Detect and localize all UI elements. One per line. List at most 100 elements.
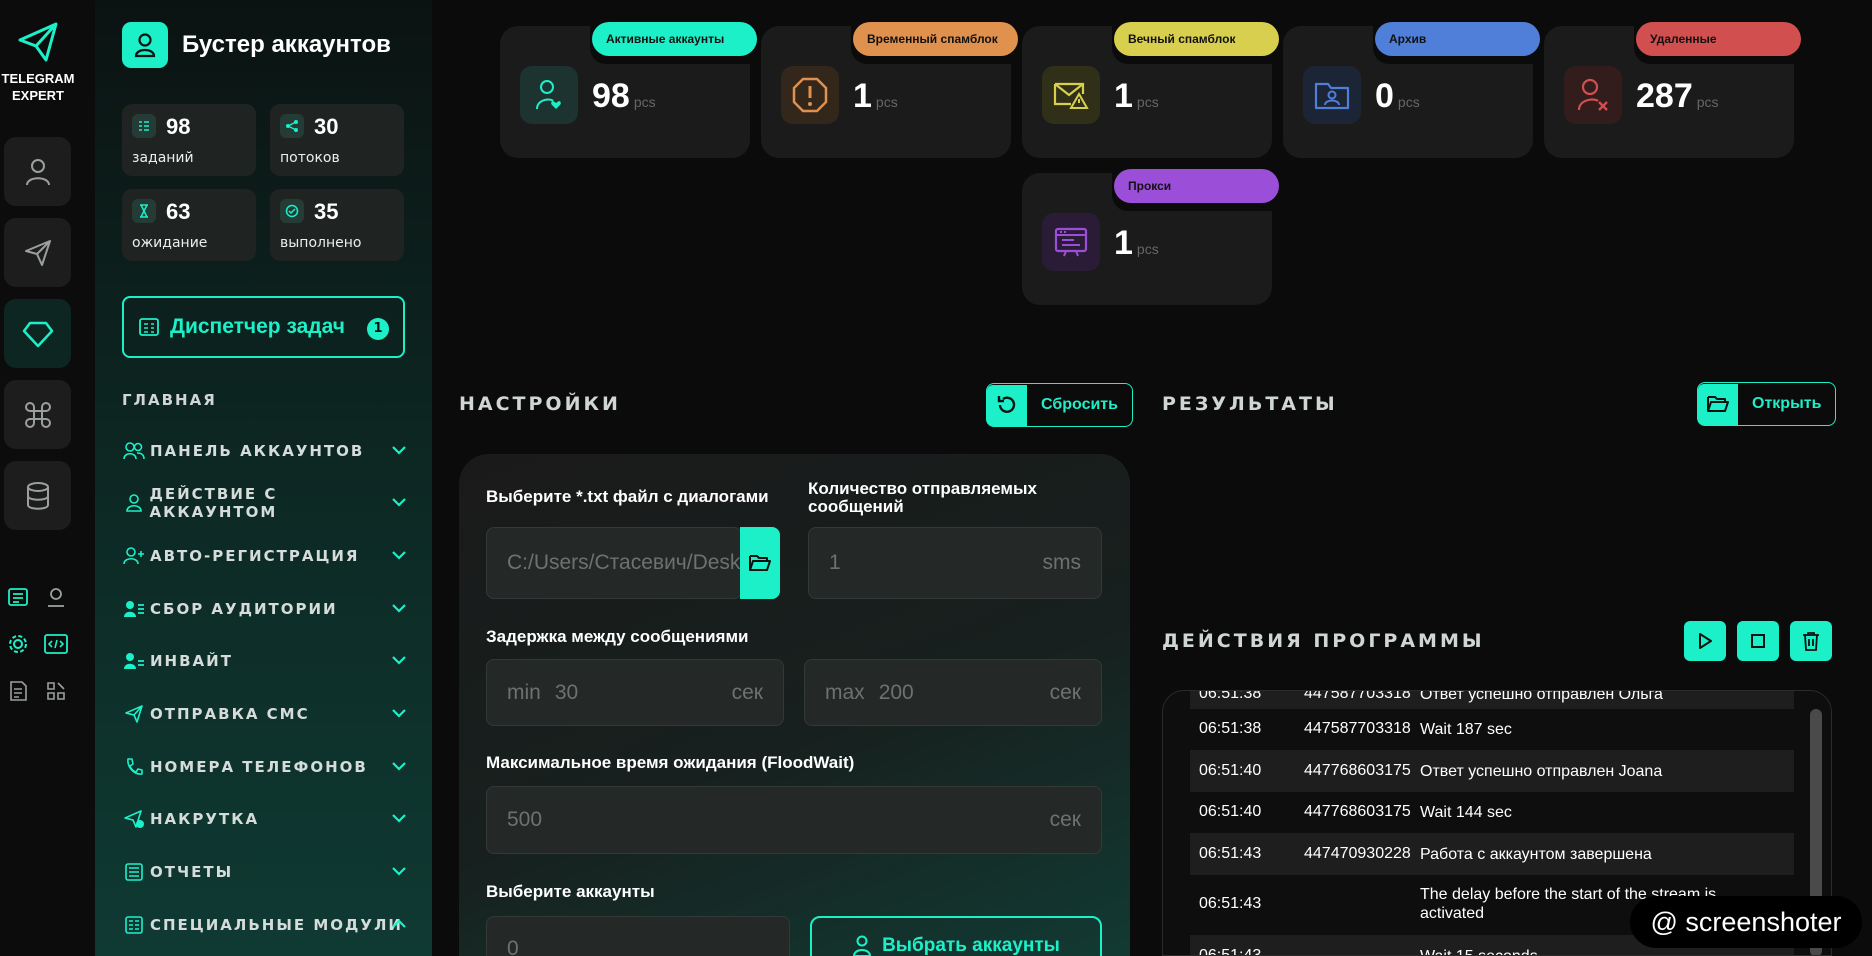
sidebar-item-account-action[interactable]: ДЕЙСТВИЕ С АККАУНТОМ	[122, 485, 407, 521]
browse-file-button[interactable]	[740, 527, 780, 599]
chevron-down-icon	[392, 814, 406, 823]
sidebar-item-label: СПЕЦИАЛЬНЫЕ МОДУЛИ	[150, 916, 403, 934]
tasks-icon	[132, 114, 156, 138]
reset-label: Сбросить	[1041, 396, 1118, 413]
stat-label: потоков	[280, 150, 340, 166]
delay-min-input[interactable]: min 30 сек	[486, 659, 784, 726]
card-archive[interactable]: Архив 0 pcs	[1283, 22, 1540, 164]
file-path-input[interactable]: C:/Users/Стасевич/Desktop	[486, 527, 742, 599]
rail-command-button[interactable]	[4, 380, 71, 449]
log-message: Wait 144 sec	[1420, 804, 1512, 821]
threads-icon	[280, 114, 304, 138]
chevron-down-icon	[392, 762, 406, 771]
sidebar-item-label: НОМЕРА ТЕЛЕФОНОВ	[150, 758, 368, 776]
database-icon	[26, 481, 49, 510]
sidebar-item-label: СБОР АУДИТОРИИ	[150, 600, 338, 618]
sidebar-item-label: ОТПРАВКА СМС	[150, 705, 310, 723]
sidebar-item-special-modules[interactable]: СПЕЦИАЛЬНЫЕ МОДУЛИ	[122, 912, 407, 938]
sidebar-item-audience[interactable]: СБОР АУДИТОРИИ	[122, 596, 407, 622]
floodwait-value: 500	[507, 808, 543, 831]
document-icon	[10, 681, 27, 701]
user-remove-icon	[1564, 66, 1622, 124]
card-proxy[interactable]: Прокси 1 pcs	[1022, 169, 1279, 311]
rail-send-button[interactable]	[4, 218, 71, 287]
sidebar-item-label: АВТО-РЕГИСТРАЦИЯ	[150, 547, 360, 565]
floodwait-label: Максимальное время ожидания (FloodWait)	[486, 753, 855, 772]
log-title: ДЕЙСТВИЯ ПРОГРАММЫ	[1162, 630, 1485, 652]
chevron-down-icon	[392, 604, 406, 613]
file-label: Выберите *.txt файл с диалогами	[486, 487, 769, 506]
folder-open-icon	[1698, 383, 1738, 425]
sidebar-item-boost[interactable]: НАКРУТКА	[122, 806, 407, 832]
modules-grid-icon	[47, 682, 65, 700]
card-active-accounts[interactable]: Активные аккаунты 98 pcs	[500, 22, 757, 164]
reset-button[interactable]: Сбросить	[986, 383, 1133, 427]
sidebar-item-invite[interactable]: ИНВАЙТ	[122, 648, 407, 674]
stat-done: 35 выполнено	[270, 189, 404, 261]
stat-label: заданий	[132, 150, 194, 166]
card-value: 287	[1636, 77, 1693, 115]
log-time: 06:51:43	[1199, 895, 1262, 912]
chevron-down-icon	[392, 551, 406, 560]
task-dispatcher-button[interactable]: Диспетчер задач 1	[122, 296, 405, 358]
sidebar-item-send-sms[interactable]: ОТПРАВКА СМС	[122, 701, 407, 727]
sidebar-item-auto-registration[interactable]: АВТО-РЕГИСТРАЦИЯ	[122, 543, 407, 569]
proxy-screen-icon	[1042, 213, 1100, 271]
sidebar-item-phone-numbers[interactable]: НОМЕРА ТЕЛЕФОНОВ	[122, 754, 407, 780]
stat-waiting: 63 ожидание	[122, 189, 256, 261]
brand-user-icon	[122, 22, 168, 68]
results-title: РЕЗУЛЬТАТЫ	[1162, 393, 1338, 415]
log-time: 06:51:38	[1199, 720, 1262, 737]
delay-max-unit: сек	[1049, 680, 1081, 704]
chevron-down-icon	[392, 498, 406, 507]
log-message: Ответ успешно отправлен Joana	[1420, 763, 1663, 780]
user-icon	[25, 158, 50, 185]
sidebar-item-label: ИНВАЙТ	[150, 652, 233, 670]
icon-rail: TELEGRAM EXPERT	[0, 0, 95, 956]
stat-tasks: 98 заданий	[122, 104, 256, 176]
rail-accounts-button[interactable]	[4, 137, 71, 206]
check-circle-icon	[280, 199, 304, 223]
card-tag: Архив	[1375, 22, 1540, 56]
stat-value: 63	[166, 199, 191, 224]
stop-button[interactable]	[1737, 621, 1779, 661]
dispatcher-label: Диспетчер задач	[170, 315, 345, 338]
mini-report-button[interactable]	[4, 677, 32, 705]
folder-open-icon	[749, 555, 771, 571]
start-button[interactable]	[1684, 621, 1726, 661]
phone-icon	[122, 755, 146, 779]
delay-min-prefix: min	[507, 680, 541, 704]
mini-modules-button[interactable]	[42, 677, 70, 705]
mini-code-button[interactable]	[42, 630, 70, 658]
card-tag: Активные аккаунты	[592, 22, 757, 56]
mini-profile-button[interactable]	[42, 583, 70, 611]
sidebar-item-label: ПАНЕЛЬ АККАУНТОВ	[150, 442, 365, 460]
user-heart-icon	[520, 66, 578, 124]
sidebar-item-label: ДЕЙСТВИЕ С АККАУНТОМ	[149, 485, 278, 521]
clear-log-button[interactable]	[1790, 621, 1832, 661]
open-results-button[interactable]: Открыть	[1697, 382, 1837, 426]
sidebar-item-reports[interactable]: ОТЧЕТЫ	[122, 859, 407, 885]
rail-database-button[interactable]	[4, 461, 71, 530]
message-count-input[interactable]: 1 sms	[808, 527, 1102, 599]
app-logo[interactable]: TELEGRAM EXPERT	[0, 20, 76, 104]
card-unit: pcs	[1397, 94, 1420, 110]
accounts-count-input[interactable]: 0	[486, 916, 790, 956]
mini-tasks-button[interactable]	[4, 583, 32, 611]
mini-settings-button[interactable]	[4, 630, 32, 658]
sidebar-item-label: ОТЧЕТЫ	[150, 863, 234, 881]
users-icon	[122, 439, 146, 463]
floodwait-input[interactable]: 500 сек	[486, 786, 1102, 854]
card-permanent-spamblock[interactable]: Вечный спамблок 1 pcs	[1022, 22, 1279, 164]
delay-max-input[interactable]: max 200 сек	[804, 659, 1102, 726]
card-temporary-spamblock[interactable]: Временный спамблок 1 pcs	[761, 22, 1018, 164]
sidebar-item-account-panel[interactable]: ПАНЕЛЬ АККАУНТОВ	[122, 438, 407, 464]
choose-accounts-button[interactable]: Выбрать аккаунты	[810, 916, 1102, 956]
modules-icon	[122, 913, 146, 937]
card-deleted[interactable]: Удаленные 287 pcs	[1544, 22, 1801, 164]
open-results-label: Открыть	[1752, 395, 1822, 412]
settings-title: НАСТРОЙКИ	[459, 393, 621, 415]
dispatcher-icon	[139, 318, 159, 336]
rail-premium-button[interactable]	[4, 299, 71, 368]
gear-icon	[9, 635, 27, 653]
